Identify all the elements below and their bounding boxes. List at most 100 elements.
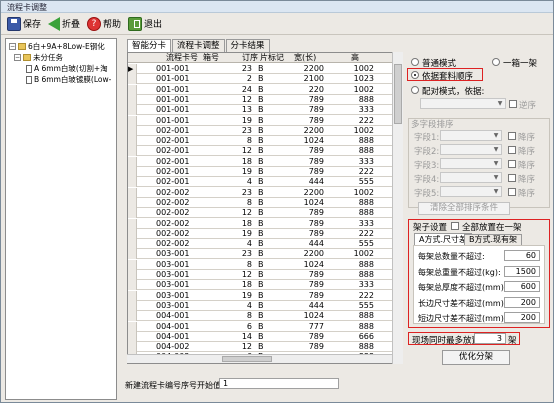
cell-box-no[interactable] [201, 270, 231, 280]
cell-card-no[interactable]: 001-001 [156, 85, 200, 95]
cell-box-no[interactable] [201, 146, 231, 156]
table-row[interactable]: 003-001 8 B 1024 888 [128, 259, 402, 270]
sort-desc-checkbox[interactable] [508, 160, 516, 168]
scroll-thumb[interactable] [222, 356, 272, 362]
cell-card-no[interactable]: 002-001 [156, 157, 200, 167]
cell-mark[interactable]: B [258, 74, 278, 84]
cell-height[interactable]: 888 [326, 146, 374, 156]
cell-card-no[interactable]: 002-002 [156, 198, 200, 208]
tab-smart-split[interactable]: 智能分卡 [127, 39, 172, 53]
cell-mark[interactable]: B [258, 291, 278, 301]
sort-field-select[interactable]: ▼ [440, 130, 502, 141]
row-selector[interactable] [128, 125, 137, 136]
cell-order[interactable]: 8 [232, 198, 252, 208]
tab-split-result[interactable]: 分卡结果 [225, 39, 270, 52]
cell-box-no[interactable] [201, 167, 231, 177]
cell-box-no[interactable] [201, 301, 231, 311]
cell-mark[interactable]: B [258, 136, 278, 146]
cell-width[interactable]: 1024 [278, 311, 324, 321]
cell-height[interactable]: 555 [326, 239, 374, 249]
cell-height[interactable]: 1002 [326, 126, 374, 136]
cell-order[interactable]: 24 [232, 85, 252, 95]
cell-height[interactable]: 666 [326, 332, 374, 342]
cell-box-no[interactable] [201, 85, 231, 95]
cell-order[interactable]: 23 [232, 126, 252, 136]
cell-box-no[interactable] [201, 126, 231, 136]
cell-card-no[interactable]: 003-001 [156, 291, 200, 301]
cell-order[interactable]: 19 [232, 167, 252, 177]
tab-card-adjust[interactable]: 流程卡调整 [172, 39, 225, 52]
table-row[interactable]: 004-001 14 B 789 666 [128, 331, 402, 342]
cell-card-no[interactable]: 002-002 [156, 229, 200, 239]
cell-width[interactable]: 444 [278, 301, 324, 311]
fold-button[interactable]: 折叠 [46, 15, 82, 33]
cell-width[interactable]: 789 [278, 95, 324, 105]
cell-mark[interactable]: B [258, 260, 278, 270]
cell-mark[interactable]: B [258, 126, 278, 136]
cell-height[interactable]: 1002 [326, 64, 374, 74]
table-row[interactable]: 002-002 18 B 789 333 [128, 218, 402, 229]
row-selector[interactable] [128, 342, 137, 353]
cell-card-no[interactable]: 002-002 [156, 219, 200, 229]
cell-order[interactable]: 12 [232, 146, 252, 156]
radio-one-frame[interactable] [492, 58, 500, 66]
row-selector[interactable] [128, 208, 137, 219]
cell-width[interactable]: 1024 [278, 136, 324, 146]
cell-box-no[interactable] [201, 332, 231, 342]
cell-width[interactable]: 789 [278, 146, 324, 156]
cell-card-no[interactable]: 003-001 [156, 270, 200, 280]
cell-card-no[interactable]: 004-002 [156, 342, 200, 352]
cell-mark[interactable]: B [258, 188, 278, 198]
cell-mark[interactable]: B [258, 198, 278, 208]
cell-order[interactable]: 2 [232, 74, 252, 84]
cell-mark[interactable]: B [258, 332, 278, 342]
cell-order[interactable]: 23 [232, 188, 252, 198]
rack-limit-input[interactable]: 200 [504, 312, 540, 323]
sort-desc-checkbox[interactable] [508, 132, 516, 140]
cell-width[interactable]: 444 [278, 239, 324, 249]
table-row[interactable]: 004-001 8 B 1024 888 [128, 311, 402, 322]
sort-field-select[interactable]: ▼ [440, 186, 502, 197]
cell-order[interactable]: 23 [232, 64, 252, 74]
vertical-scrollbar[interactable] [392, 52, 403, 364]
table-row[interactable]: 001-001 12 B 789 888 [128, 94, 402, 105]
cell-order[interactable]: 12 [232, 208, 252, 218]
cell-box-no[interactable] [201, 229, 231, 239]
cell-width[interactable]: 789 [278, 229, 324, 239]
cell-height[interactable]: 222 [326, 229, 374, 239]
reverse-checkbox[interactable] [509, 100, 517, 108]
cell-width[interactable]: 789 [278, 219, 324, 229]
rack-limit-input[interactable]: 1500 [504, 265, 540, 277]
cell-card-no[interactable]: 002-002 [156, 188, 200, 198]
cell-mark[interactable]: B [258, 311, 278, 321]
cell-order[interactable]: 4 [232, 301, 252, 311]
cell-height[interactable]: 333 [326, 157, 374, 167]
cell-mark[interactable]: B [258, 322, 278, 332]
scroll-thumb[interactable] [394, 64, 402, 124]
table-row[interactable]: 001-001 2 B 2100 1023 [128, 74, 402, 85]
cell-order[interactable]: 8 [232, 260, 252, 270]
horizontal-scrollbar[interactable] [127, 354, 392, 363]
radio-normal[interactable] [411, 58, 419, 66]
col-order[interactable]: 订序 [242, 53, 258, 63]
tree-root[interactable]: −6白+9A+8Low-E钢化 [9, 41, 105, 52]
sort-desc-checkbox[interactable] [508, 146, 516, 154]
cell-order[interactable]: 12 [232, 342, 252, 352]
rack-limit-input[interactable]: 600 [504, 281, 540, 292]
col-card-no[interactable]: 流程卡号 [166, 53, 198, 63]
cell-mark[interactable]: B [258, 229, 278, 239]
optimize-button[interactable]: 优化分架 [442, 350, 510, 365]
col-mark[interactable]: 片标记 [260, 53, 284, 63]
cell-box-no[interactable] [201, 239, 231, 249]
cell-card-no[interactable]: 002-001 [156, 126, 200, 136]
row-selector[interactable] [128, 290, 137, 301]
cell-order[interactable]: 14 [232, 332, 252, 342]
cell-width[interactable]: 444 [278, 177, 324, 187]
cell-mark[interactable]: B [258, 249, 278, 259]
row-selector[interactable] [128, 146, 137, 157]
save-button[interactable]: 保存 [5, 15, 43, 33]
cell-height[interactable]: 888 [326, 198, 374, 208]
cell-mark[interactable]: B [258, 105, 278, 115]
cell-mark[interactable]: B [258, 64, 278, 74]
cell-box-no[interactable] [201, 157, 231, 167]
